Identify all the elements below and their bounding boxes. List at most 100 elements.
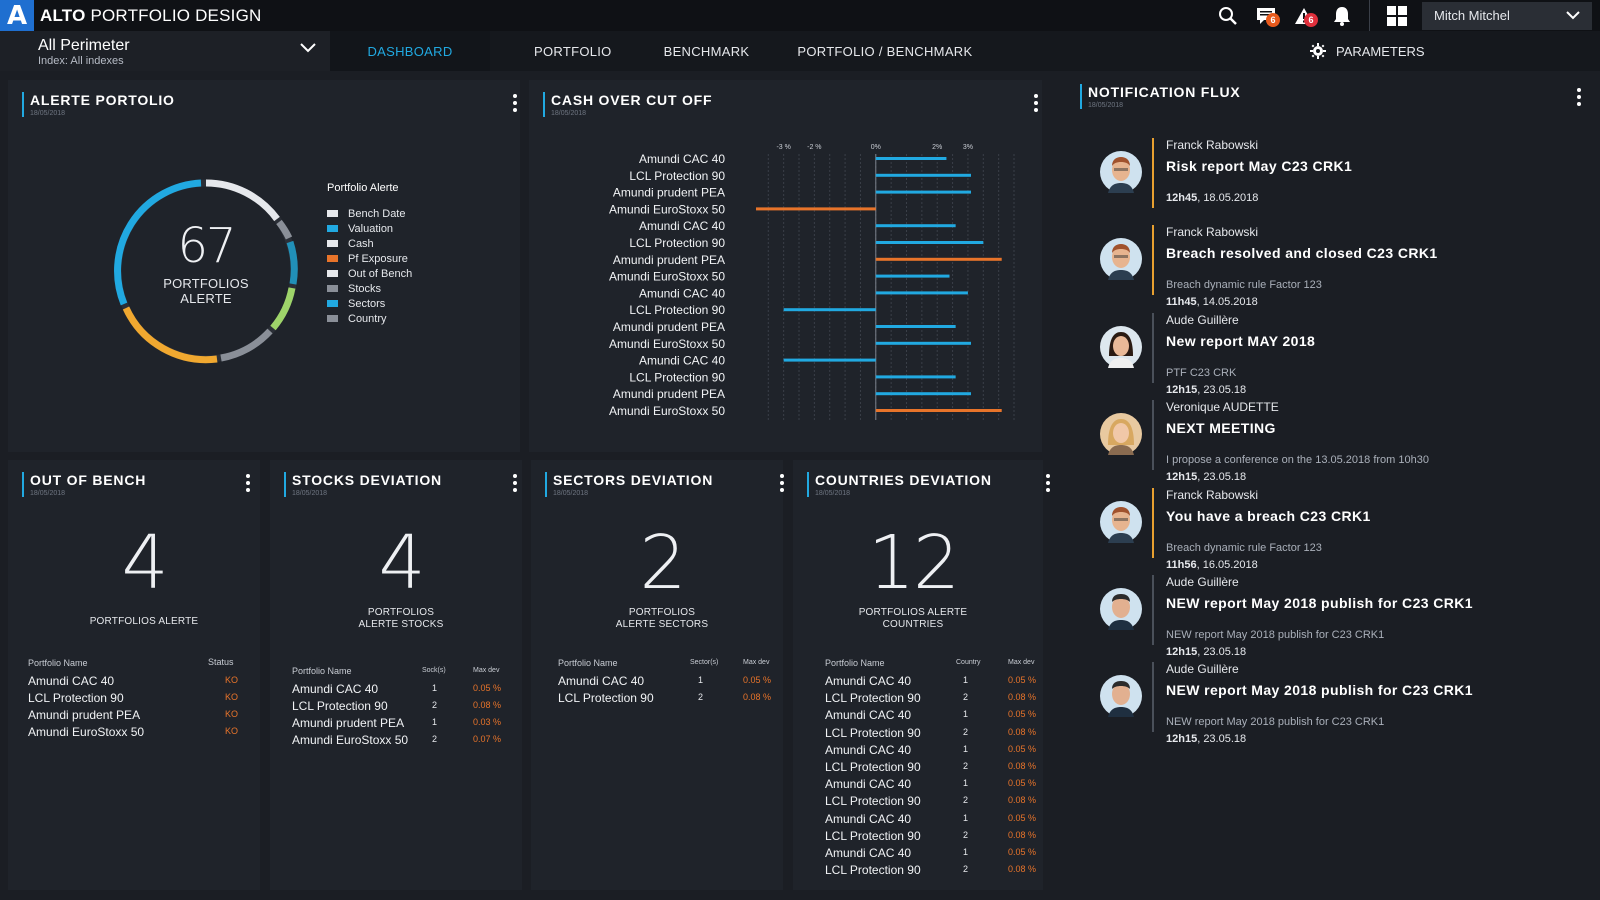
table-row-name[interactable]: Amundi CAC 40 (825, 777, 911, 791)
panel-date: 18/05/2018 (292, 490, 328, 497)
bar[interactable] (875, 241, 984, 244)
notification-item[interactable]: Franck Rabowski You have a breach C23 CRK… (1100, 487, 1560, 571)
bar[interactable] (875, 190, 971, 194)
bar[interactable] (875, 257, 1002, 261)
legend-swatch (327, 270, 338, 277)
table-row-name[interactable]: Amundi CAC 40 (825, 708, 911, 722)
table-row-name[interactable]: LCL Protection 90 (292, 699, 388, 713)
app-logo[interactable]: A (0, 0, 34, 31)
bar[interactable] (875, 291, 968, 295)
user-menu[interactable]: Mitch Mitchel (1422, 1, 1592, 30)
brand-rest: PORTFOLIO DESIGN (90, 5, 262, 25)
logo-letter: A (6, 0, 28, 31)
notification-accent-bar (1152, 662, 1154, 733)
messages-icon[interactable]: 6 (1247, 0, 1285, 31)
table-row-name[interactable]: LCL Protection 90 (825, 760, 921, 774)
tab-portfolio[interactable]: PORTFOLIO (490, 31, 638, 71)
bar[interactable] (875, 173, 971, 177)
table-cell-count: 2 (963, 829, 969, 840)
bell-icon[interactable] (1323, 0, 1361, 31)
more-options-icon[interactable] (513, 94, 517, 115)
notification-time-date: , 14.05.2018 (1196, 296, 1258, 309)
table-row-name[interactable]: Amundi CAC 40 (292, 682, 378, 696)
table-row-name[interactable]: Amundi CAC 40 (825, 846, 911, 860)
donut-segment-bench-date (205, 179, 280, 222)
bar[interactable] (783, 358, 876, 362)
category-label: Amundi CAC 40 (639, 354, 725, 368)
bar[interactable] (875, 375, 956, 379)
avatar (1100, 588, 1142, 630)
tab-portfolio-benchmark[interactable]: PORTFOLIO / BENCHMARK (775, 31, 998, 71)
notification-accent-bar (1152, 312, 1154, 383)
table-row-name[interactable]: Amundi prudent PEA (28, 708, 140, 722)
table-cell-count: 2 (432, 734, 438, 744)
cash-bar-chart: -3 % -2 % 0% 2% 3% Amundi CAC 40 LCL Protectio… (609, 144, 1015, 420)
table-row-name[interactable]: LCL Protection 90 (558, 691, 654, 705)
perimeter-selector[interactable]: All Perimeter Index: All indexes (0, 31, 330, 71)
legend-label: Bench Date (348, 207, 406, 220)
table-row-name[interactable]: Amundi CAC 40 (558, 674, 644, 688)
column-header-count: Sock(s) (422, 667, 446, 674)
notification-item[interactable]: Franck Rabowski Breach resolved and close… (1100, 225, 1560, 309)
bar[interactable] (875, 224, 956, 228)
bar[interactable] (783, 308, 876, 312)
notification-title: Breach resolved and closed C23 CRK1 (1166, 245, 1438, 262)
table-row-name[interactable]: Amundi CAC 40 (28, 674, 114, 688)
table-row-name[interactable]: LCL Protection 90 (825, 794, 921, 808)
stocks-caption-line1: PORTFOLIOS (367, 607, 435, 618)
table-row-name[interactable]: Amundi CAC 40 (825, 812, 911, 826)
column-header-max-dev: Max dev (473, 667, 500, 674)
notification-item[interactable]: Aude Guillère NEW report May 2018 publish… (1100, 575, 1560, 658)
bar[interactable] (875, 157, 947, 160)
table-cell-max-dev: 0.05 % (1008, 778, 1037, 789)
legend-label: Country (348, 312, 387, 325)
tab-benchmark[interactable]: BENCHMARK (638, 31, 776, 71)
bar[interactable] (875, 409, 1002, 412)
table-cell-count: 1 (963, 709, 969, 720)
notification-time-hour: 11h56 (1166, 558, 1197, 571)
bar[interactable] (875, 341, 971, 345)
table-row-name[interactable]: LCL Protection 90 (28, 691, 124, 705)
notification-item[interactable]: Aude Guillère NEW report May 2018 publish… (1100, 662, 1560, 745)
alerte-legend: Portfolio Alerte Bench Date Valuation Cash… (327, 182, 412, 326)
more-options-icon[interactable] (1577, 88, 1581, 109)
table-row-name[interactable]: LCL Protection 90 (825, 863, 921, 877)
donut-segment-green (270, 287, 296, 331)
table-cell-count: 1 (432, 683, 438, 693)
table-row-name[interactable]: LCL Protection 90 (825, 691, 921, 705)
search-icon[interactable] (1209, 0, 1247, 31)
legend-item: Valuation (327, 221, 412, 236)
x-tick-label: -2 % (807, 144, 821, 151)
parameters-button[interactable]: PARAMETERS (1310, 31, 1425, 71)
notification-item[interactable]: Aude Guillère New report MAY 2018 PTF C23 … (1100, 312, 1560, 396)
bar[interactable] (875, 274, 950, 278)
notification-item[interactable]: Veronique AUDETTE NEXT MEETING I propose a… (1100, 400, 1560, 484)
chevron-down-icon (1566, 11, 1580, 20)
table-row-name[interactable]: Amundi CAC 40 (825, 743, 911, 757)
notification-author: Aude Guillère (1166, 575, 1239, 589)
more-options-icon[interactable] (246, 474, 250, 495)
table-row-name[interactable]: Amundi CAC 40 (825, 674, 911, 688)
notification-item[interactable]: Franck Rabowski Risk report May C23 CRK1 1… (1100, 138, 1560, 218)
table-row-name[interactable]: Amundi EuroStoxx 50 (28, 725, 144, 739)
category-label: Amundi EuroStoxx 50 (609, 270, 725, 284)
tab-dashboard[interactable]: DASHBOARD (330, 31, 490, 71)
table-cell-max-dev: 0.03 % (473, 717, 502, 727)
bar[interactable] (875, 325, 956, 328)
more-options-icon[interactable] (513, 474, 517, 495)
table-row-name[interactable]: LCL Protection 90 (825, 726, 921, 740)
more-options-icon[interactable] (1046, 474, 1050, 495)
table-cell-max-dev: 0.08 % (1008, 726, 1037, 737)
table-row-name[interactable]: Amundi EuroStoxx 50 (292, 733, 408, 747)
notification-time-date: , 23.05.18 (1197, 471, 1247, 484)
apps-grid-icon[interactable] (1378, 0, 1416, 31)
alert-icon[interactable]: 6 (1285, 0, 1323, 31)
app-title: ALTO PORTFOLIO DESIGN (40, 6, 261, 26)
more-options-icon[interactable] (780, 474, 784, 495)
bar[interactable] (875, 392, 971, 396)
bar[interactable] (756, 207, 876, 211)
perimeter-subtitle: Index: All indexes (38, 55, 124, 67)
table-row-name[interactable]: Amundi prudent PEA (292, 716, 404, 730)
perimeter-title: All Perimeter (38, 37, 130, 54)
table-row-name[interactable]: LCL Protection 90 (825, 829, 921, 843)
